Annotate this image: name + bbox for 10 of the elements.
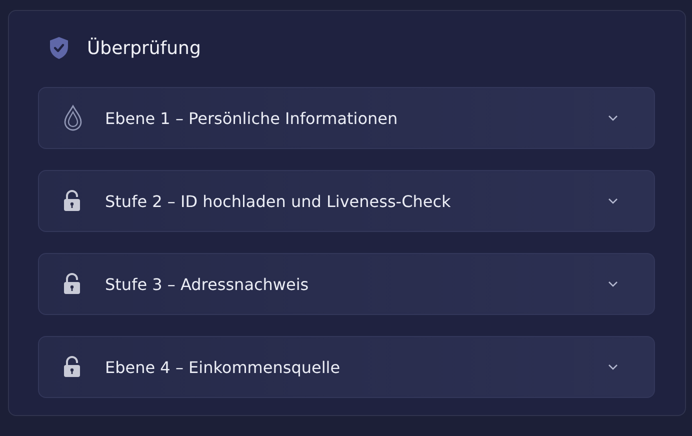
accordion-item[interactable]: Stufe 3 – Adressnachweis xyxy=(38,253,655,315)
padlock-icon xyxy=(63,273,81,295)
padlock-icon xyxy=(63,356,81,378)
accordion-item[interactable]: Stufe 2 – ID hochladen und Liveness-Check xyxy=(38,170,655,232)
panel-title: Überprüfung xyxy=(87,38,201,58)
drop-icon xyxy=(63,104,83,132)
accordion-item[interactable]: Ebene 1 – Persönliche Informationen xyxy=(38,87,655,149)
shield-check-icon xyxy=(49,36,69,60)
accordion-item[interactable]: Ebene 4 – Einkommensquelle xyxy=(38,336,655,398)
padlock-icon xyxy=(63,190,81,212)
